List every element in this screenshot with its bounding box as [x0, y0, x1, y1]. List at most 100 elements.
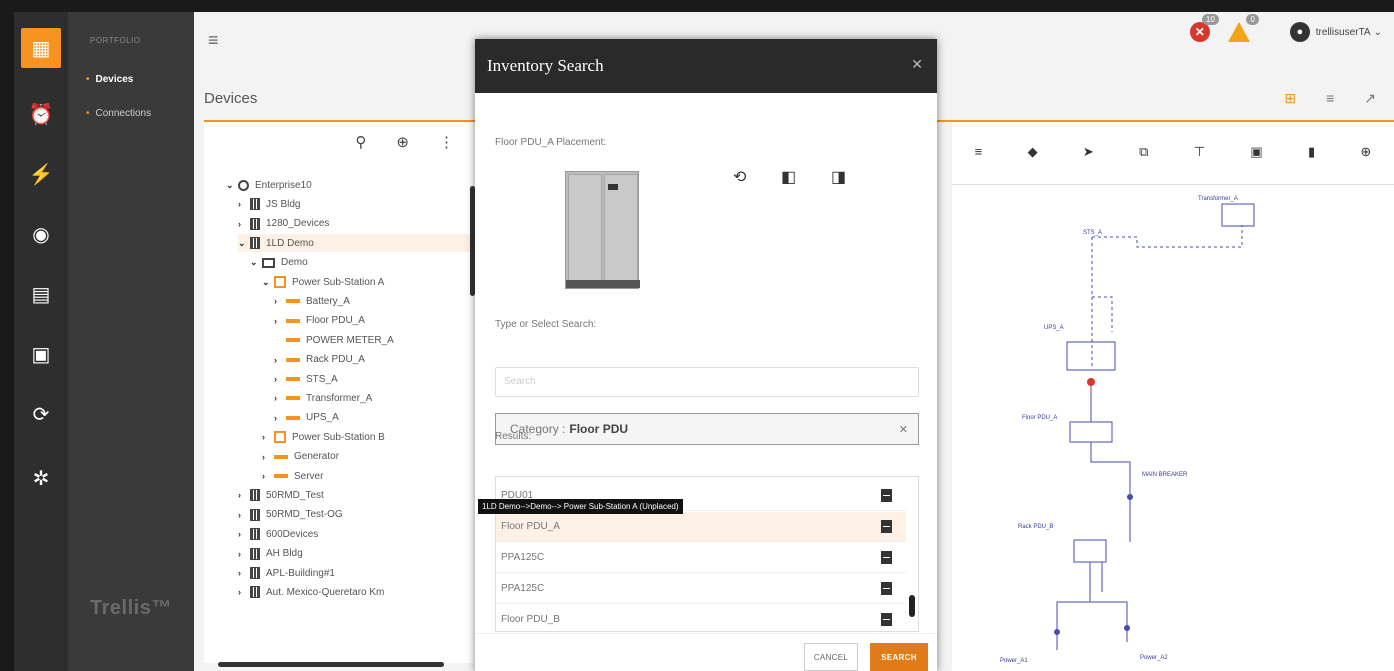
expand-arrow-icon[interactable]: ›	[262, 432, 272, 442]
expand-arrow-icon[interactable]: ›	[238, 529, 248, 539]
search-icon[interactable]: ⚲	[355, 133, 366, 151]
user-menu[interactable]: ● trellisuserTA ⌄	[1289, 22, 1382, 42]
expand-arrow-icon[interactable]: ›	[274, 355, 284, 365]
tree-row-label: STS_A	[306, 373, 338, 385]
cycle-icon[interactable]: ⟳	[14, 394, 68, 434]
expand-arrow-icon[interactable]: ›	[238, 568, 248, 578]
expand-arrow-icon[interactable]: ⌄	[250, 257, 260, 268]
add-icon[interactable]: ⊕	[396, 133, 409, 151]
floor-icon	[262, 257, 275, 268]
expand-arrow-icon[interactable]: ›	[238, 219, 248, 229]
tree-row[interactable]: POWER METER_A	[274, 331, 476, 349]
tree-row[interactable]: › Aut. Mexico-Queretaro Km	[238, 583, 476, 601]
warning-alarm-button[interactable]: 0	[1227, 14, 1259, 42]
expand-icon[interactable]: ↗	[1364, 90, 1376, 107]
tree-row[interactable]: › JS Bldg	[238, 195, 476, 213]
nav-item-devices[interactable]: • Devices	[86, 74, 133, 85]
results-scrollbar[interactable]	[909, 595, 915, 617]
tree-row[interactable]: › 1280_Devices	[238, 215, 476, 233]
more-vertical-icon[interactable]: ⋮	[439, 133, 454, 151]
tree-row[interactable]: › Floor PDU_A	[274, 312, 476, 330]
hamburger-menu-icon[interactable]: ≡	[208, 30, 219, 51]
expand-arrow-icon[interactable]: ›	[262, 452, 272, 462]
gauge-icon[interactable]: ◉	[14, 214, 68, 254]
diagram-canvas[interactable]	[952, 122, 1394, 671]
expand-arrow-icon[interactable]: ⌄	[226, 180, 236, 191]
expand-arrow-icon[interactable]: ›	[274, 413, 284, 423]
tree-row[interactable]: › Rack PDU_A	[274, 351, 476, 369]
expand-arrow-icon[interactable]: ›	[274, 393, 284, 403]
archive-icon[interactable]	[881, 582, 892, 595]
expand-arrow-icon[interactable]: ›	[238, 490, 248, 500]
search-button[interactable]: SEARCH	[870, 643, 928, 671]
tree-row[interactable]: › STS_A	[274, 370, 476, 388]
expand-arrow-icon[interactable]: ›	[238, 199, 248, 209]
device-tree-panel: ⚲ ⊕ ⋮ ⌄ Enterprise10 › JS Bldg › 1280_Devices…	[204, 122, 476, 663]
tree-row[interactable]: › 50RMD_Test-OG	[238, 506, 476, 524]
floor-pdu-image	[565, 171, 640, 289]
warning-count: 0	[1246, 14, 1259, 25]
expand-arrow-icon[interactable]: ›	[274, 374, 284, 384]
expand-arrow-icon[interactable]: ⌄	[262, 277, 272, 288]
tree-horizontal-scrollbar[interactable]	[218, 662, 444, 667]
expand-arrow-icon[interactable]: ›	[274, 296, 284, 306]
tree-row[interactable]: ⌄ Demo	[250, 254, 476, 272]
cancel-button[interactable]: CANCEL	[804, 643, 858, 671]
trellis-logo: Trellis™	[90, 597, 172, 619]
diagram-label: MAIN BREAKER	[1142, 472, 1188, 478]
diagram-label: Power_A2	[1140, 655, 1168, 661]
result-row[interactable]: Floor PDU_B	[496, 605, 906, 631]
tree-row[interactable]: › Power Sub-Station B	[262, 428, 476, 446]
close-icon[interactable]: ✕	[911, 57, 923, 74]
inventory-search-modal: Inventory Search ✕ Floor PDU_A Placement…	[475, 39, 937, 671]
diagram-label: Floor PDU_A	[1022, 415, 1058, 421]
tree-row[interactable]: › Server	[262, 467, 476, 485]
report-icon[interactable]: ▤	[14, 274, 68, 314]
tree-row[interactable]: › Battery_A	[274, 292, 476, 310]
expand-arrow-icon[interactable]: ›	[274, 316, 284, 326]
tree-row[interactable]: › AH Bldg	[238, 545, 476, 563]
archive-icon[interactable]	[881, 489, 892, 502]
nav-item-connections[interactable]: • Connections	[86, 108, 151, 119]
tree-row[interactable]: › APL-Building#1	[238, 564, 476, 582]
building-icon	[250, 528, 260, 541]
tree-row[interactable]: ⌄ 1LD Demo	[238, 234, 476, 253]
expand-arrow-icon[interactable]: ⌄	[238, 238, 248, 249]
expand-arrow-icon[interactable]: ›	[262, 471, 272, 481]
expand-arrow-icon[interactable]: ›	[238, 510, 248, 520]
tree-row[interactable]: ⌄ Enterprise10	[226, 176, 476, 194]
tree-row[interactable]: › 50RMD_Test	[238, 486, 476, 504]
tree-row-label: Transformer_A	[306, 392, 373, 404]
tree-row[interactable]: › 600Devices	[238, 525, 476, 543]
archive-icon[interactable]	[881, 613, 892, 626]
tree-row[interactable]: ⌄ Power Sub-Station A	[262, 273, 476, 291]
screen-frame: ▦ ⏰ ⚡ ◉ ▤ ▣ ⟳ ✲ PORTFOLIO • Devices • Conn…	[0, 0, 1394, 671]
expand-arrow-icon[interactable]: ›	[238, 549, 248, 559]
category-filter[interactable]: Category : Floor PDU ✕	[495, 413, 919, 445]
tree-row[interactable]: › Transformer_A	[274, 389, 476, 407]
portfolio-icon[interactable]: ▦	[21, 28, 61, 68]
expand-arrow-icon[interactable]: ›	[238, 587, 248, 597]
device-icon	[286, 299, 300, 304]
align-right-icon[interactable]: ◨	[831, 167, 846, 187]
rotate-icon[interactable]: ⟲	[733, 167, 746, 187]
page-title: Devices	[204, 90, 258, 107]
pulse-icon[interactable]: ⚡	[14, 154, 68, 194]
critical-alarm-button[interactable]: ✕ 10	[1189, 14, 1219, 42]
list-view-icon[interactable]: ≡	[1326, 90, 1334, 107]
search-input[interactable]: Search	[495, 367, 919, 397]
clear-category-icon[interactable]: ✕	[899, 423, 908, 436]
hierarchy-icon[interactable]: ⊞	[1284, 90, 1296, 107]
archive-icon[interactable]	[881, 520, 892, 533]
result-row[interactable]: PPA125C	[496, 543, 906, 573]
alarm-clock-icon[interactable]: ⏰	[14, 94, 68, 134]
archive-icon[interactable]	[881, 551, 892, 564]
result-row[interactable]: Floor PDU_A	[496, 512, 906, 542]
result-row[interactable]: PPA125C	[496, 574, 906, 604]
align-left-icon[interactable]: ◧	[781, 167, 796, 187]
folder-icon[interactable]: ▣	[14, 334, 68, 374]
tree-row[interactable]: › Generator	[262, 448, 476, 466]
device-icon	[286, 396, 300, 401]
tree-row[interactable]: › UPS_A	[274, 409, 476, 427]
settings-gear-icon[interactable]: ✲	[14, 458, 68, 498]
